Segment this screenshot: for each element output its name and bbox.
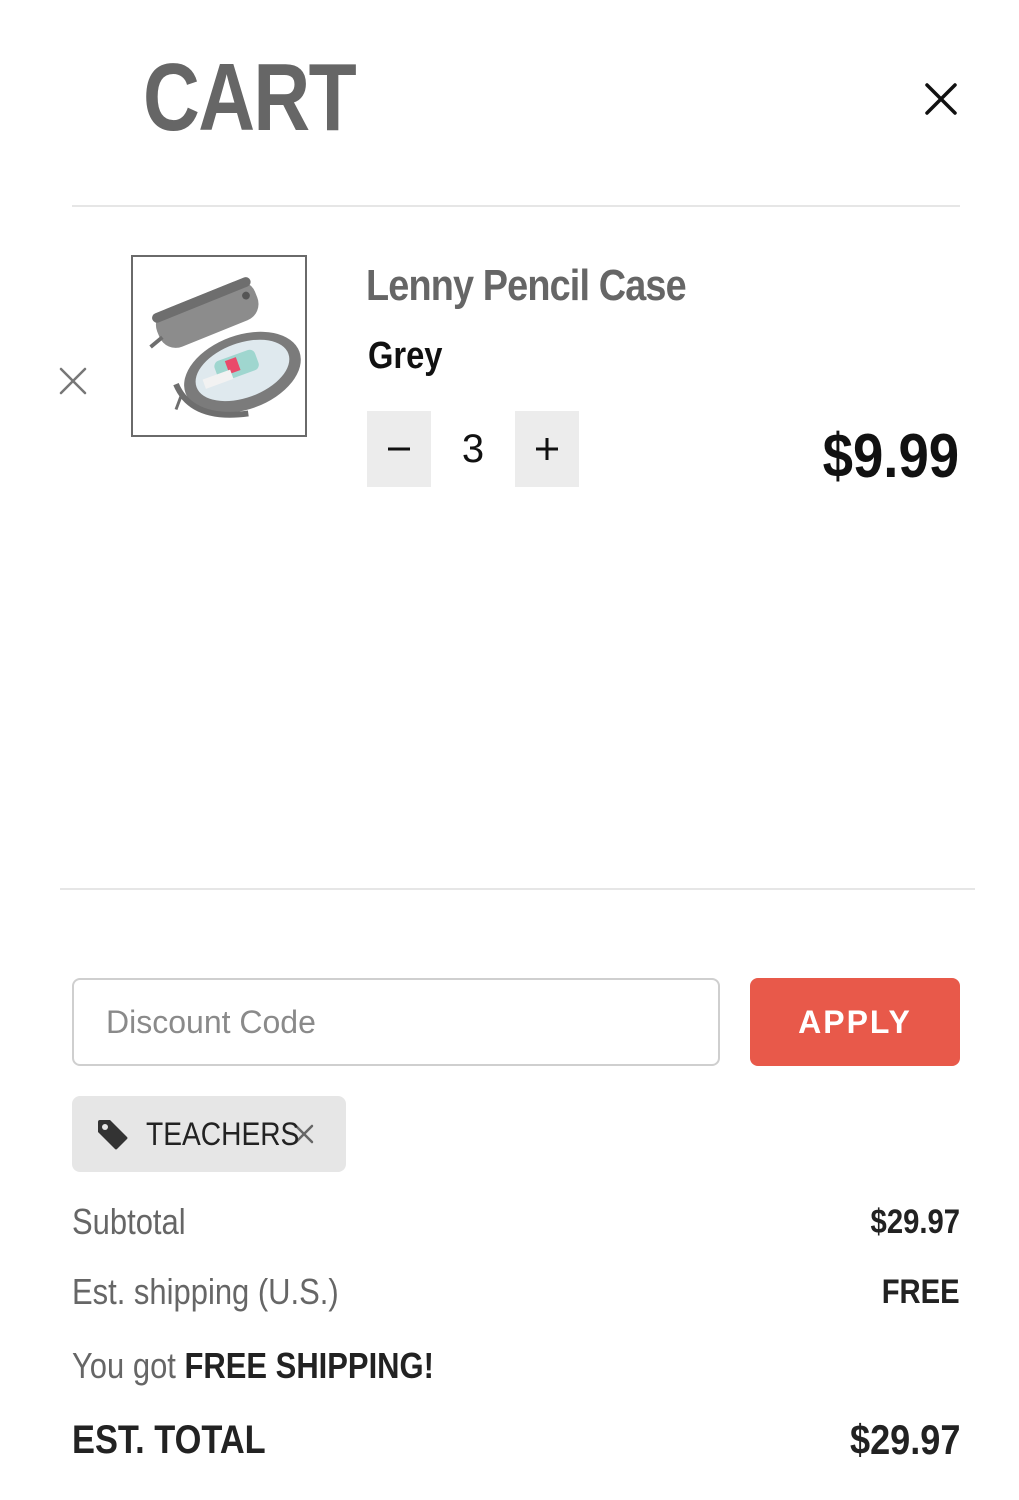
plus-icon bbox=[536, 438, 558, 460]
shipping-row: Est. shipping (U.S.) FREE bbox=[72, 1268, 960, 1316]
shipping-value: FREE bbox=[882, 1273, 960, 1311]
quantity-input[interactable] bbox=[431, 411, 515, 487]
pencil-case-image bbox=[133, 257, 305, 435]
page-title: CART bbox=[143, 44, 357, 151]
subtotal-row: Subtotal $29.97 bbox=[72, 1198, 960, 1246]
increase-quantity-button[interactable] bbox=[515, 411, 579, 487]
apply-discount-button[interactable]: APPLY bbox=[750, 978, 960, 1066]
shipping-label: Est. shipping (U.S.) bbox=[72, 1271, 339, 1312]
subtotal-value: $29.97 bbox=[870, 1203, 960, 1241]
close-icon bbox=[59, 367, 87, 395]
tag-icon bbox=[94, 1116, 130, 1152]
discount-code-input[interactable] bbox=[72, 978, 720, 1066]
item-price: $9.99 bbox=[822, 422, 959, 491]
discount-code-label: TEACHERS bbox=[146, 1115, 300, 1152]
decrease-quantity-button[interactable] bbox=[367, 411, 431, 487]
minus-icon bbox=[388, 447, 410, 451]
subtotal-label: Subtotal bbox=[72, 1201, 186, 1242]
close-cart-button[interactable] bbox=[918, 76, 964, 122]
items-divider bbox=[60, 888, 975, 890]
close-icon bbox=[925, 83, 957, 115]
remove-item-button[interactable] bbox=[55, 363, 91, 399]
total-value: $29.97 bbox=[849, 1416, 960, 1463]
product-name-link[interactable]: Lenny Pencil Case bbox=[366, 262, 687, 310]
total-row: EST. TOTAL $29.97 bbox=[72, 1412, 960, 1468]
product-image[interactable] bbox=[131, 255, 307, 437]
header-divider bbox=[72, 205, 960, 207]
total-label: EST. TOTAL bbox=[72, 1418, 266, 1462]
product-variant: Grey bbox=[368, 335, 443, 377]
applied-discount-tag: TEACHERS bbox=[72, 1096, 346, 1172]
free-shipping-message: You got FREE SHIPPING! bbox=[72, 1342, 434, 1390]
quantity-stepper bbox=[367, 411, 579, 487]
free-shipping-prefix: You got bbox=[72, 1345, 185, 1386]
free-shipping-emphasis: FREE SHIPPING! bbox=[184, 1345, 434, 1386]
